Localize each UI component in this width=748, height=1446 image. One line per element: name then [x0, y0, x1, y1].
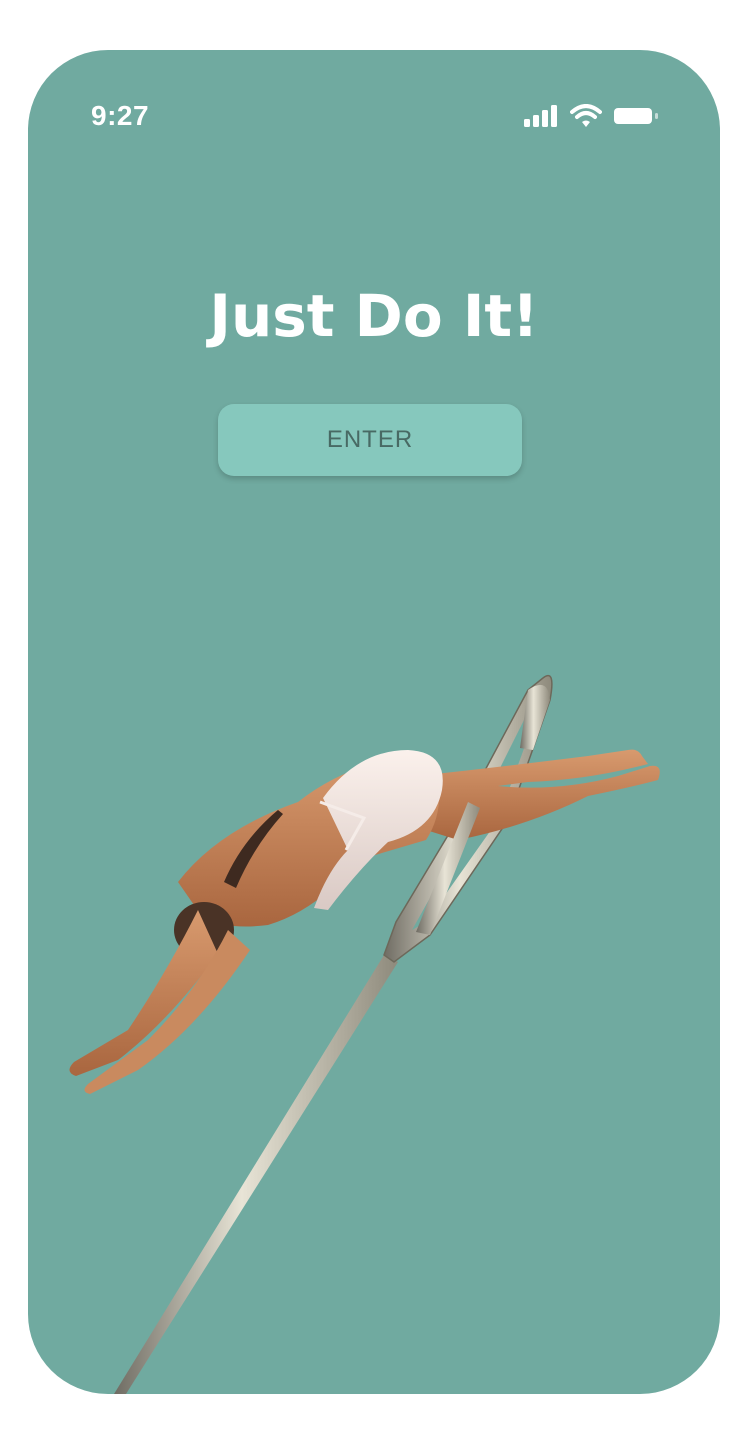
needle-eye [383, 674, 553, 963]
diver-head [174, 902, 234, 958]
phone-screen: 9:27 Just Do It! ENTER [28, 50, 720, 1394]
needle-shaft [114, 955, 398, 1394]
status-icons [524, 104, 660, 128]
diver-hair [224, 810, 283, 888]
wifi-icon [570, 104, 602, 127]
page-title: Just Do It! [209, 282, 539, 350]
signal-icon [524, 105, 557, 127]
status-time: 9:27 [91, 100, 150, 131]
status-bar: 9:27 [28, 50, 720, 180]
diver-legs [426, 749, 660, 840]
diver-swimsuit [314, 750, 443, 910]
diver-torso [178, 756, 440, 927]
diver-needle-image [69, 674, 660, 1394]
enter-button[interactable]: ENTER [218, 404, 522, 476]
diver-arms [69, 910, 218, 1076]
battery-icon [614, 108, 658, 124]
